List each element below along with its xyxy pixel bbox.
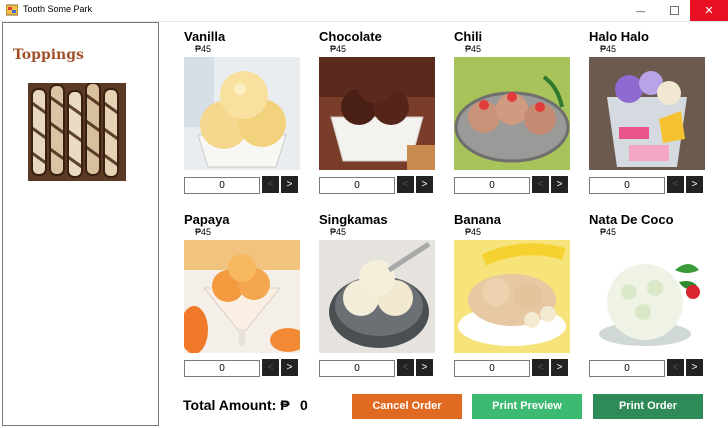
banana-ice-cream-image[interactable] <box>454 240 570 353</box>
total-amount-label: Total Amount: ₱ <box>183 397 290 413</box>
product-price: ₱45 <box>465 227 482 237</box>
quantity-input[interactable]: 0 <box>454 177 530 194</box>
product-name: Chocolate <box>319 29 382 44</box>
product-price: ₱45 <box>330 44 347 54</box>
increase-button[interactable]: > <box>686 359 703 376</box>
product-price: ₱45 <box>195 44 212 54</box>
decrease-button[interactable]: < <box>262 176 279 193</box>
increase-button[interactable]: > <box>686 176 703 193</box>
halo-halo-image[interactable] <box>589 57 705 170</box>
quantity-input[interactable]: 0 <box>184 360 260 377</box>
quantity-input[interactable]: 0 <box>589 360 665 377</box>
product-name: Vanilla <box>184 29 226 44</box>
product-price: ₱45 <box>465 44 482 54</box>
toppings-title: Toppings <box>13 47 84 63</box>
increase-button[interactable]: > <box>551 359 568 376</box>
product-card-singkamas: Singkamas ₱45 0 < > <box>319 212 437 382</box>
close-button[interactable]: ✕ <box>690 0 728 21</box>
product-name: Banana <box>454 212 501 227</box>
product-card-halo-halo: Halo Halo ₱45 0 < > <box>589 29 707 199</box>
product-price: ₱45 <box>330 227 347 237</box>
product-name: Papaya <box>184 212 230 227</box>
print-order-button[interactable]: Print Order <box>593 394 703 419</box>
quantity-input[interactable]: 0 <box>589 177 665 194</box>
app-icon <box>6 4 18 16</box>
chocolate-ice-cream-image[interactable] <box>319 57 435 170</box>
close-icon: ✕ <box>704 5 714 17</box>
quantity-input[interactable]: 0 <box>184 177 260 194</box>
cancel-order-button[interactable]: Cancel Order <box>352 394 462 419</box>
decrease-button[interactable]: < <box>532 176 549 193</box>
decrease-button[interactable]: < <box>397 359 414 376</box>
increase-button[interactable]: > <box>551 176 568 193</box>
maximize-icon: ☐ <box>669 3 680 18</box>
increase-button[interactable]: > <box>281 176 298 193</box>
chili-ice-cream-image[interactable] <box>454 57 570 170</box>
nata-de-coco-ice-cream-image[interactable] <box>589 240 705 353</box>
product-card-chili: Chili ₱45 0 < > <box>454 29 572 199</box>
product-price: ₱45 <box>600 227 617 237</box>
product-name: Chili <box>454 29 483 44</box>
minimize-icon: — <box>636 5 645 16</box>
print-preview-button[interactable]: Print Preview <box>472 394 582 419</box>
product-price: ₱45 <box>600 44 617 54</box>
product-card-banana: Banana ₱45 0 < > <box>454 212 572 382</box>
product-card-chocolate: Chocolate ₱45 0 < > <box>319 29 437 199</box>
product-name: Halo Halo <box>589 29 649 44</box>
wafer-roll-topping-image[interactable] <box>28 83 126 181</box>
product-name: Singkamas <box>319 212 388 227</box>
quantity-input[interactable]: 0 <box>319 177 395 194</box>
title-bar: Tooth Some Park — ☐ ✕ <box>0 0 728 22</box>
increase-button[interactable]: > <box>281 359 298 376</box>
window-title: Tooth Some Park <box>23 4 93 14</box>
decrease-button[interactable]: < <box>262 359 279 376</box>
decrease-button[interactable]: < <box>667 176 684 193</box>
decrease-button[interactable]: < <box>532 359 549 376</box>
decrease-button[interactable]: < <box>667 359 684 376</box>
product-card-vanilla: Vanilla ₱45 0 < > <box>184 29 302 199</box>
product-price: ₱45 <box>195 227 212 237</box>
maximize-button[interactable]: ☐ <box>659 0 690 21</box>
papaya-ice-cream-image[interactable] <box>184 240 300 353</box>
singkamas-ice-cream-image[interactable] <box>319 240 435 353</box>
increase-button[interactable]: > <box>416 176 433 193</box>
minimize-button[interactable]: — <box>625 0 656 21</box>
increase-button[interactable]: > <box>416 359 433 376</box>
total-amount-value: 0 <box>300 397 308 413</box>
product-card-nata-de-coco: Nata De Coco ₱45 0 < > <box>589 212 707 382</box>
quantity-input[interactable]: 0 <box>319 360 395 377</box>
product-card-papaya: Papaya ₱45 0 < > <box>184 212 302 382</box>
product-name: Nata De Coco <box>589 212 674 227</box>
toppings-panel: Toppings <box>2 22 159 426</box>
vanilla-ice-cream-image[interactable] <box>184 57 300 170</box>
quantity-input[interactable]: 0 <box>454 360 530 377</box>
decrease-button[interactable]: < <box>397 176 414 193</box>
